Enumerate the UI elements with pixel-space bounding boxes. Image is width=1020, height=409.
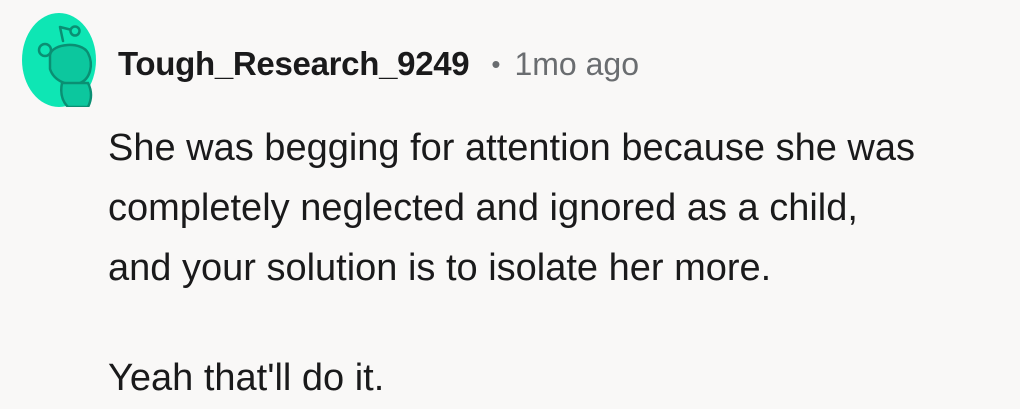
reddit-snoo-avatar-icon <box>22 13 96 109</box>
comment: Tough_Research_9249 • 1mo ago She was be… <box>0 0 1020 409</box>
comment-line: She was begging for attention because sh… <box>108 127 915 169</box>
comment-line: and your solution is to isolate her more… <box>108 247 772 289</box>
comment-paragraph: Yeah that'll do it. <box>108 357 385 399</box>
username-link[interactable]: Tough_Research_9249 <box>118 45 470 83</box>
comment-paragraph: She was begging for attention because sh… <box>108 118 1008 298</box>
comment-line: completely neglected and ignored as a ch… <box>108 187 858 229</box>
user-avatar[interactable] <box>22 13 96 109</box>
comment-timestamp[interactable]: 1mo ago <box>514 46 639 83</box>
comment-header: Tough_Research_9249 • 1mo ago <box>118 38 639 90</box>
comment-body: She was begging for attention because sh… <box>108 118 1008 408</box>
header-separator: • <box>491 48 501 79</box>
